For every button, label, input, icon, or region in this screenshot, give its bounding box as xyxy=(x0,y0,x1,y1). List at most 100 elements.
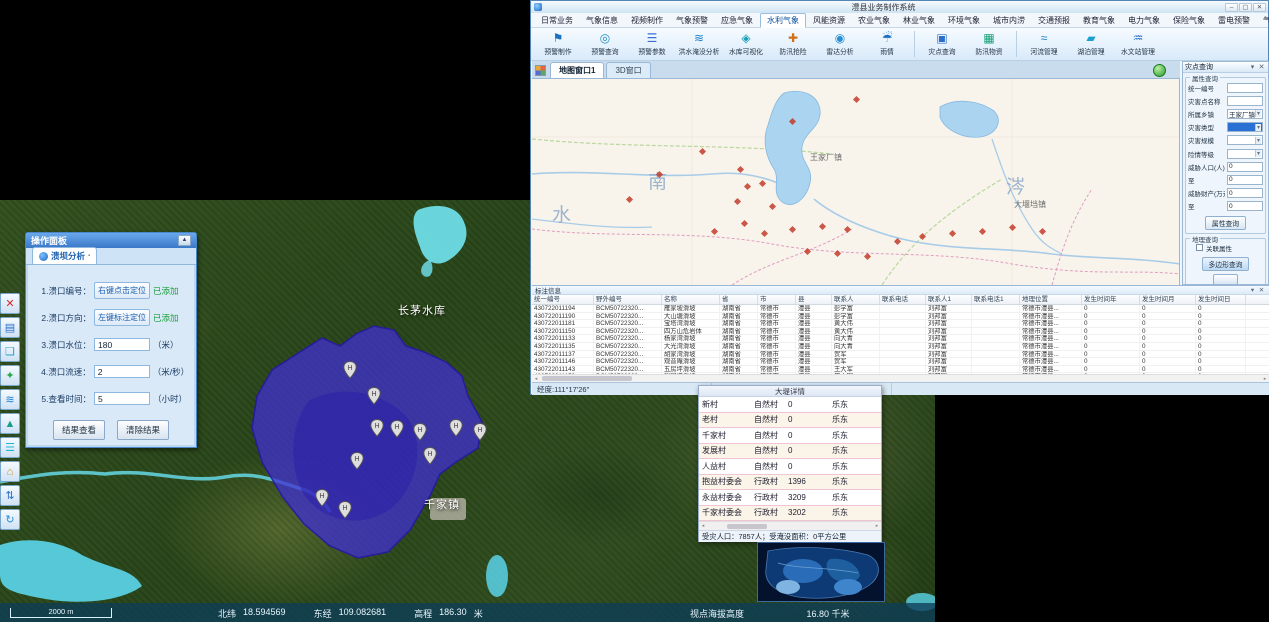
layers-tool[interactable]: ☰ xyxy=(0,437,20,458)
close-icon[interactable]: ✕ xyxy=(1257,286,1266,294)
menu-item-应急气象[interactable]: 应急气象 xyxy=(715,14,759,27)
close-icon[interactable]: ✕ xyxy=(1257,63,1266,71)
table-row[interactable]: 430722011137BCM50722320...胡家湾滑坡湖南省常德市澧县贺… xyxy=(532,351,1269,359)
combo-所属乡镇[interactable]: 王家厂镇 xyxy=(1227,109,1263,119)
combo-灾害类型[interactable] xyxy=(1227,122,1263,132)
menu-item-气象预警[interactable]: 气象预警 xyxy=(670,14,714,27)
village-row[interactable]: 永益村委会行政村3209乐东 xyxy=(699,490,881,506)
toolbar-button-flood-submerge-analysis[interactable]: ≋洪水淹没分析 xyxy=(676,32,722,56)
toolbar-button-lake-manage[interactable]: ▰湖泊管理 xyxy=(1068,32,1114,56)
menu-item-水利气象[interactable]: 水利气象 xyxy=(760,13,806,28)
menu-item-交通预报[interactable]: 交通预报 xyxy=(1032,14,1076,27)
minimize-button[interactable]: ▲ xyxy=(178,235,191,246)
param-input[interactable] xyxy=(94,392,150,405)
toolbar-button-alert-params[interactable]: ☰预警参数 xyxy=(629,32,675,56)
flood-tool[interactable]: ≋ xyxy=(0,389,20,410)
input-统一编号[interactable] xyxy=(1227,83,1263,93)
tab-close-icon[interactable]: ▪ xyxy=(88,253,90,259)
scroll-right-icon[interactable]: ▸ xyxy=(873,523,881,529)
pin-icon[interactable]: ▾ xyxy=(1248,63,1257,71)
toolbar-button-river-manage[interactable]: ≈河流管理 xyxy=(1021,32,1067,56)
input-威胁财产(万元)[interactable]: 0 xyxy=(1227,188,1263,198)
attribute-query-button[interactable]: 属性查询 xyxy=(1205,216,1246,230)
clear-result-button[interactable]: 清除结果 xyxy=(117,420,169,440)
pin-icon[interactable]: ▾ xyxy=(1248,286,1257,294)
menu-item-视频制作[interactable]: 视频制作 xyxy=(625,14,669,27)
toolbar-button-rain-info[interactable]: ☔雨情 xyxy=(864,32,910,56)
map-tool[interactable]: ▤ xyxy=(0,317,20,338)
maximize-icon[interactable]: ▢ xyxy=(1239,3,1252,12)
menu-item-环境气象[interactable]: 环境气象 xyxy=(942,14,986,27)
menu-item-保险气象[interactable]: 保险气象 xyxy=(1167,14,1211,27)
toolbar-button-reservoir-visualization[interactable]: ◈水库可视化 xyxy=(723,32,769,56)
village-row[interactable]: 新村自然村0乐东 xyxy=(699,397,881,413)
menu-item-日常业务[interactable]: 日常业务 xyxy=(535,14,579,27)
toolbar-button-disaster-point-query[interactable]: ▣灾点查询 xyxy=(919,32,965,56)
menu-item-林业气象[interactable]: 林业气象 xyxy=(897,14,941,27)
village-row[interactable]: 发展村自然村0乐东 xyxy=(699,444,881,460)
horizontal-scrollbar[interactable]: ◂ ▸ xyxy=(699,521,881,530)
param-input[interactable] xyxy=(94,338,150,351)
combo-险情等级[interactable] xyxy=(1227,149,1263,159)
locate-button[interactable]: 左键标注定位 xyxy=(94,309,150,326)
toolbar-button-flood-rescue[interactable]: ✚防汛抢险 xyxy=(770,32,816,56)
horizontal-scrollbar[interactable]: ◂ ▸ xyxy=(532,374,1269,382)
input-至[interactable]: 0 xyxy=(1227,201,1263,211)
village-row[interactable]: 千家村自然村0乐东 xyxy=(699,428,881,444)
clipped-query-button[interactable] xyxy=(1213,274,1238,285)
input-威胁人口(人)[interactable]: 0 xyxy=(1227,162,1263,172)
layers-grid-icon[interactable] xyxy=(535,65,546,76)
table-row[interactable]: 430722011135BCM50722320...大光湾滑坡湖南省常德市澧县向… xyxy=(532,343,1269,351)
scrollbar-thumb[interactable] xyxy=(542,376,632,381)
menu-item-教育气象[interactable]: 教育气象 xyxy=(1077,14,1121,27)
menu-item-气象活动[interactable]: 气象活动 xyxy=(1257,14,1269,27)
polygon-query-button[interactable]: 多边形查询 xyxy=(1202,257,1250,271)
image-tool[interactable]: ❏ xyxy=(0,341,20,362)
menu-item-雷电预警[interactable]: 雷电预警 xyxy=(1212,14,1256,27)
village-row[interactable]: 老村自然村0乐东 xyxy=(699,413,881,429)
globe-refresh-button[interactable] xyxy=(1153,64,1166,77)
param-input[interactable] xyxy=(94,365,150,378)
village-row[interactable]: 千家村委会行政村3202乐东 xyxy=(699,506,881,522)
inset-county-map[interactable] xyxy=(757,542,885,602)
scrollbar-thumb[interactable] xyxy=(727,524,767,529)
menu-item-城市内涝[interactable]: 城市内涝 xyxy=(987,14,1031,27)
toolbar-button-flood-supplies[interactable]: ▦防汛物资 xyxy=(966,32,1012,56)
toolbar-button-radar-analysis[interactable]: ◉雷达分析 xyxy=(817,32,863,56)
minimize-icon[interactable]: – xyxy=(1225,3,1238,12)
toolbar-button-hydro-station-manage[interactable]: ♒水文站管理 xyxy=(1115,32,1161,56)
table-row[interactable]: 430722011133BCM50722320...杨家湾滑坡湖南省常德市澧县向… xyxy=(532,335,1269,343)
tab-3D窗口[interactable]: 3D窗口 xyxy=(606,62,650,78)
toolbar-button-alert-query[interactable]: ◎预警查询 xyxy=(582,32,628,56)
checkbox-icon[interactable] xyxy=(1196,244,1203,251)
swap-tool[interactable]: ⇅ xyxy=(0,485,20,506)
star-tool[interactable]: ✦ xyxy=(0,365,20,386)
terrain-tool[interactable]: ▲ xyxy=(0,413,20,434)
table-row[interactable]: 430722011190BCM50722320...大山塘滑坡湖南省常德市澧县彭… xyxy=(532,313,1269,321)
table-row[interactable]: 430722011143BCM50722320...五房坪滑坡湖南省常德市澧县王… xyxy=(532,366,1269,374)
tab-dam-break-analysis[interactable]: 溃坝分析 ▪ xyxy=(32,247,97,264)
table-row[interactable]: 430722011181BCM50722320...宝塔湾滑坡湖南省常德市澧县黄… xyxy=(532,320,1269,328)
menu-item-农业气象[interactable]: 农业气象 xyxy=(852,14,896,27)
window-titlebar[interactable]: 澧县业务制作系统 – ▢ ✕ xyxy=(531,1,1268,13)
table-row[interactable]: 430722011146BCM50722320...观音庵滑坡湖南省常德市澧县贺… xyxy=(532,358,1269,366)
home-tool[interactable]: ⌂ xyxy=(0,461,20,482)
vector-map[interactable]: 南 水 涔 王家厂镇 大堰垱镇 xyxy=(532,79,1180,285)
menu-item-电力气象[interactable]: 电力气象 xyxy=(1122,14,1166,27)
input-灾害点名称[interactable] xyxy=(1227,96,1263,106)
operation-panel-dialog[interactable]: 操作面板 ▲ 溃坝分析 ▪ 1.溃口编号：右键点击定位已添加2.溃口方向：左键标… xyxy=(25,232,197,448)
menu-item-气象信息[interactable]: 气象信息 xyxy=(580,14,624,27)
close-icon[interactable]: ✕ xyxy=(1253,3,1266,12)
dike-detail-popup[interactable]: 大堤详情 新村自然村0乐东老村自然村0乐东千家村自然村0乐东发展村自然村0乐东人… xyxy=(698,385,882,542)
toolbar-button-alert-make[interactable]: ⚑预警制作 xyxy=(535,32,581,56)
tab-地图窗口1[interactable]: 地图窗口1 xyxy=(550,62,604,78)
locate-button[interactable]: 右键点击定位 xyxy=(94,282,150,299)
scroll-left-icon[interactable]: ◂ xyxy=(699,523,707,529)
close-tool[interactable]: ✕ xyxy=(0,293,20,314)
view-result-button[interactable]: 结果查看 xyxy=(53,420,105,440)
village-row[interactable]: 抱益村委会行政村1396乐东 xyxy=(699,475,881,491)
table-row[interactable]: 430722011194BCM50722320...雁家坡滑坡湖南省常德市澧县彭… xyxy=(532,305,1269,313)
refresh-tool[interactable]: ↻ xyxy=(0,509,20,530)
input-至[interactable]: 0 xyxy=(1227,175,1263,185)
combo-灾害规模[interactable] xyxy=(1227,135,1263,145)
